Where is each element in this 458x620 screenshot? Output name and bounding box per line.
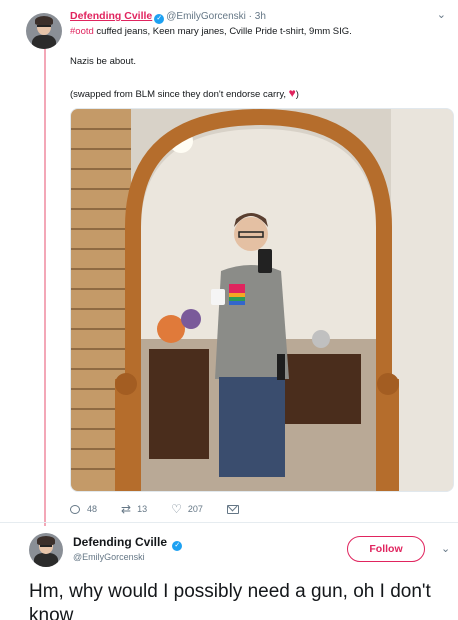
reply-icon xyxy=(70,504,80,514)
retweet-icon: ⇄ xyxy=(121,502,132,516)
hashtag-link[interactable]: #ootd xyxy=(70,26,94,37)
avatar[interactable] xyxy=(29,533,63,567)
tweet-text: Hm, why would I possibly need a gun, oh … xyxy=(29,581,431,620)
like-button[interactable]: ♡ 207 xyxy=(171,502,203,516)
thread-connector-line xyxy=(44,48,46,526)
chevron-down-icon[interactable]: ⌄ xyxy=(437,8,446,21)
retweet-count: 13 xyxy=(137,504,148,514)
verified-badge-icon: ✓ xyxy=(154,14,165,24)
heart-icon: ♡ xyxy=(171,502,182,516)
mirror-selfie-image xyxy=(71,109,453,491)
tweet-text-line: (swapped from BLM since they don't endor… xyxy=(70,86,299,100)
timestamp[interactable]: · 3h xyxy=(249,11,266,22)
tweet-photo[interactable] xyxy=(70,108,454,492)
reply-count: 48 xyxy=(87,504,98,514)
tweet-header: Defending Cville ✓ @EmilyGorcenski · 3h xyxy=(70,10,266,24)
author-name[interactable]: Defending Cville ✓ xyxy=(73,535,184,551)
like-count: 207 xyxy=(187,504,203,514)
author-name[interactable]: Defending Cville xyxy=(70,10,152,22)
tweet-text-fragment: (swapped from BLM since they don't endor… xyxy=(70,89,289,100)
retweet-button[interactable]: ⇄ 13 xyxy=(121,502,147,516)
tweet-text-fragment: ) xyxy=(295,89,299,100)
tweet-text-line: cuffed jeans, Keen mary janes, Cville Pr… xyxy=(93,26,352,37)
tweet-text: #ootd cuffed jeans, Keen mary janes, Cvi… xyxy=(70,25,440,38)
heart-emoji-icon: ♥ xyxy=(288,86,296,100)
chevron-down-icon[interactable]: ⌄ xyxy=(441,542,450,555)
divider xyxy=(0,522,458,523)
author-handle[interactable]: @EmilyGorcenski xyxy=(73,552,145,562)
verified-badge-icon: ✓ xyxy=(172,541,183,551)
author-name-text: Defending Cville xyxy=(73,535,168,549)
mail-icon xyxy=(226,504,239,514)
reply-button[interactable]: 48 xyxy=(70,504,97,514)
tweet-text-line: Nazis be about. xyxy=(70,56,137,67)
follow-button[interactable]: Follow xyxy=(347,536,425,562)
tweet-actions: 48 ⇄ 13 ♡ 207 xyxy=(70,502,263,516)
avatar[interactable] xyxy=(26,13,62,49)
author-handle[interactable]: @EmilyGorcenski xyxy=(166,11,246,22)
direct-message-button[interactable] xyxy=(226,504,239,514)
